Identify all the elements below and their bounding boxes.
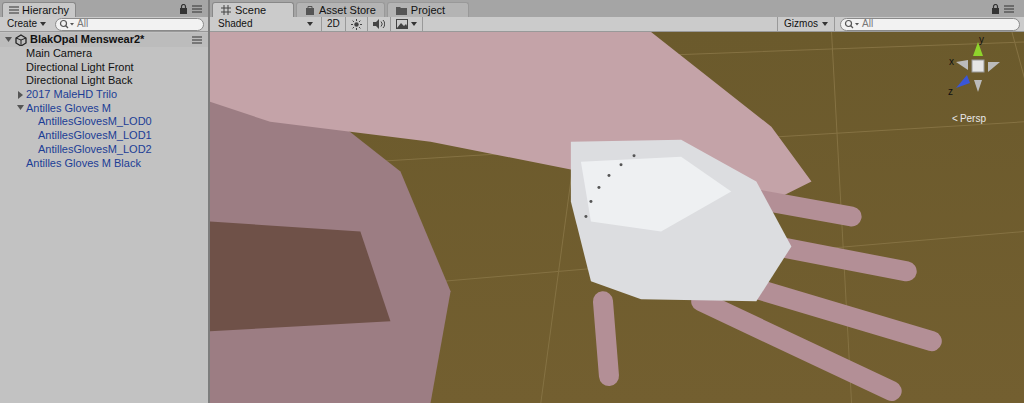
create-button[interactable]: Create	[4, 18, 49, 30]
expanded-arrow-icon[interactable]	[16, 104, 26, 112]
hierarchy-tab-bar: Hierarchy	[0, 0, 208, 17]
editor-tab[interactable]: Asset Store	[296, 2, 385, 17]
search-placeholder: All	[77, 19, 88, 29]
hierarchy-panel: HierarchyCreate All BlakOpal Menswear2* Mai…	[0, 0, 210, 403]
unity-scene-icon	[14, 34, 28, 46]
hierarchy-toolbar: Create All	[0, 17, 208, 32]
hierarchy-item-label: Antilles Gloves M Black	[26, 158, 141, 169]
expanded-arrow-icon[interactable]	[4, 36, 14, 44]
lighting-toggle[interactable]	[346, 17, 368, 31]
hierarchy-item-label: AntillesGlovesM_LOD2	[38, 144, 152, 155]
store-bag-icon	[305, 5, 315, 15]
hierarchy-item-label: AntillesGlovesM_LOD1	[38, 130, 152, 141]
scene-panel: SceneAsset StoreProjectShaded2DGizmosAll…	[210, 0, 1024, 403]
hierarchy-item[interactable]: Antilles Gloves M Black	[0, 156, 208, 170]
hierarchy-item[interactable]: AntillesGlovesM_LOD1	[0, 129, 208, 143]
hierarchy-item[interactable]: Directional Light Back	[0, 74, 208, 88]
unity-editor: HierarchyCreate All BlakOpal Menswear2* Mai…	[0, 0, 1024, 403]
hierarchy-item-label: AntillesGlovesM_LOD0	[38, 116, 152, 127]
collapsed-arrow-icon[interactable]	[16, 91, 26, 99]
menu-icon[interactable]	[192, 5, 202, 13]
hierarchy-item[interactable]: AntillesGlovesM_LOD0	[0, 115, 208, 129]
effects-dropdown[interactable]	[391, 17, 423, 31]
hierarchy-item-label: 2017 MaleHD Trilo	[26, 89, 117, 100]
gizmos-dropdown[interactable]: Gizmos	[777, 17, 835, 31]
menu-icon[interactable]	[192, 36, 202, 44]
hierarchy-item[interactable]: Antilles Gloves M	[0, 101, 208, 115]
hierarchy-item[interactable]: 2017 MaleHD Trilo	[0, 88, 208, 102]
projection-label[interactable]: <Persp	[952, 114, 986, 124]
x-axis-label: x	[949, 54, 954, 69]
dropdown-arrow-icon	[40, 22, 46, 26]
hierarchy-item[interactable]: Main Camera	[0, 47, 208, 61]
scene-toolbar: Shaded2D Gizmos All	[210, 17, 1024, 32]
search-icon[interactable]	[844, 19, 860, 29]
projection-icon: <	[952, 114, 958, 124]
sun-icon	[351, 19, 362, 30]
axis-gizmo-icon	[946, 38, 1010, 100]
hierarchy-item-label: Antilles Gloves M	[26, 103, 111, 114]
hierarchy-tab[interactable]: Hierarchy	[2, 2, 76, 17]
lock-icon[interactable]	[991, 4, 1000, 14]
hierarchy-item[interactable]: AntillesGlovesM_LOD2	[0, 143, 208, 157]
speaker-icon	[373, 19, 385, 29]
hierarchy-item-label: Main Camera	[26, 48, 92, 59]
hierarchy-item-label: BlakOpal Menswear2*	[30, 34, 144, 45]
2d-toggle[interactable]: 2D	[322, 17, 346, 31]
hierarchy-item[interactable]: BlakOpal Menswear2*	[0, 33, 208, 47]
editor-tab[interactable]: Project	[387, 2, 469, 17]
hierarchy-tree: BlakOpal Menswear2* Main Camera Directiona…	[0, 32, 208, 170]
orientation-gizmo[interactable]: yxz	[946, 38, 1010, 100]
scene-render	[210, 32, 1024, 403]
menu-icon[interactable]	[1004, 5, 1014, 13]
image-icon	[396, 19, 408, 29]
shading-dropdown[interactable]: Shaded	[210, 17, 322, 31]
search-field[interactable]: All	[840, 18, 1020, 31]
search-icon[interactable]	[59, 19, 75, 29]
dropdown-arrow-icon	[411, 22, 417, 26]
z-axis-label: z	[948, 84, 953, 99]
folder-icon	[396, 6, 407, 15]
grid-icon	[221, 5, 231, 15]
scene-viewport[interactable]: yxz<Persp	[210, 32, 1024, 403]
search-field[interactable]: All	[55, 18, 204, 31]
search-placeholder: All	[862, 19, 873, 29]
editor-tab[interactable]: Scene	[212, 2, 294, 17]
audio-toggle[interactable]	[368, 17, 391, 31]
y-axis-label: y	[979, 32, 984, 47]
hierarchy-item-label: Directional Light Front	[26, 62, 134, 73]
dropdown-arrow-icon	[822, 22, 828, 26]
hierarchy-item-label: Directional Light Back	[26, 75, 132, 86]
hierarchy-item[interactable]: Directional Light Front	[0, 60, 208, 74]
dropdown-arrow-icon	[307, 22, 313, 26]
lock-icon[interactable]	[179, 4, 188, 14]
scene-tab-bar: SceneAsset StoreProject	[210, 0, 1024, 17]
menu-icon[interactable]	[9, 6, 19, 14]
